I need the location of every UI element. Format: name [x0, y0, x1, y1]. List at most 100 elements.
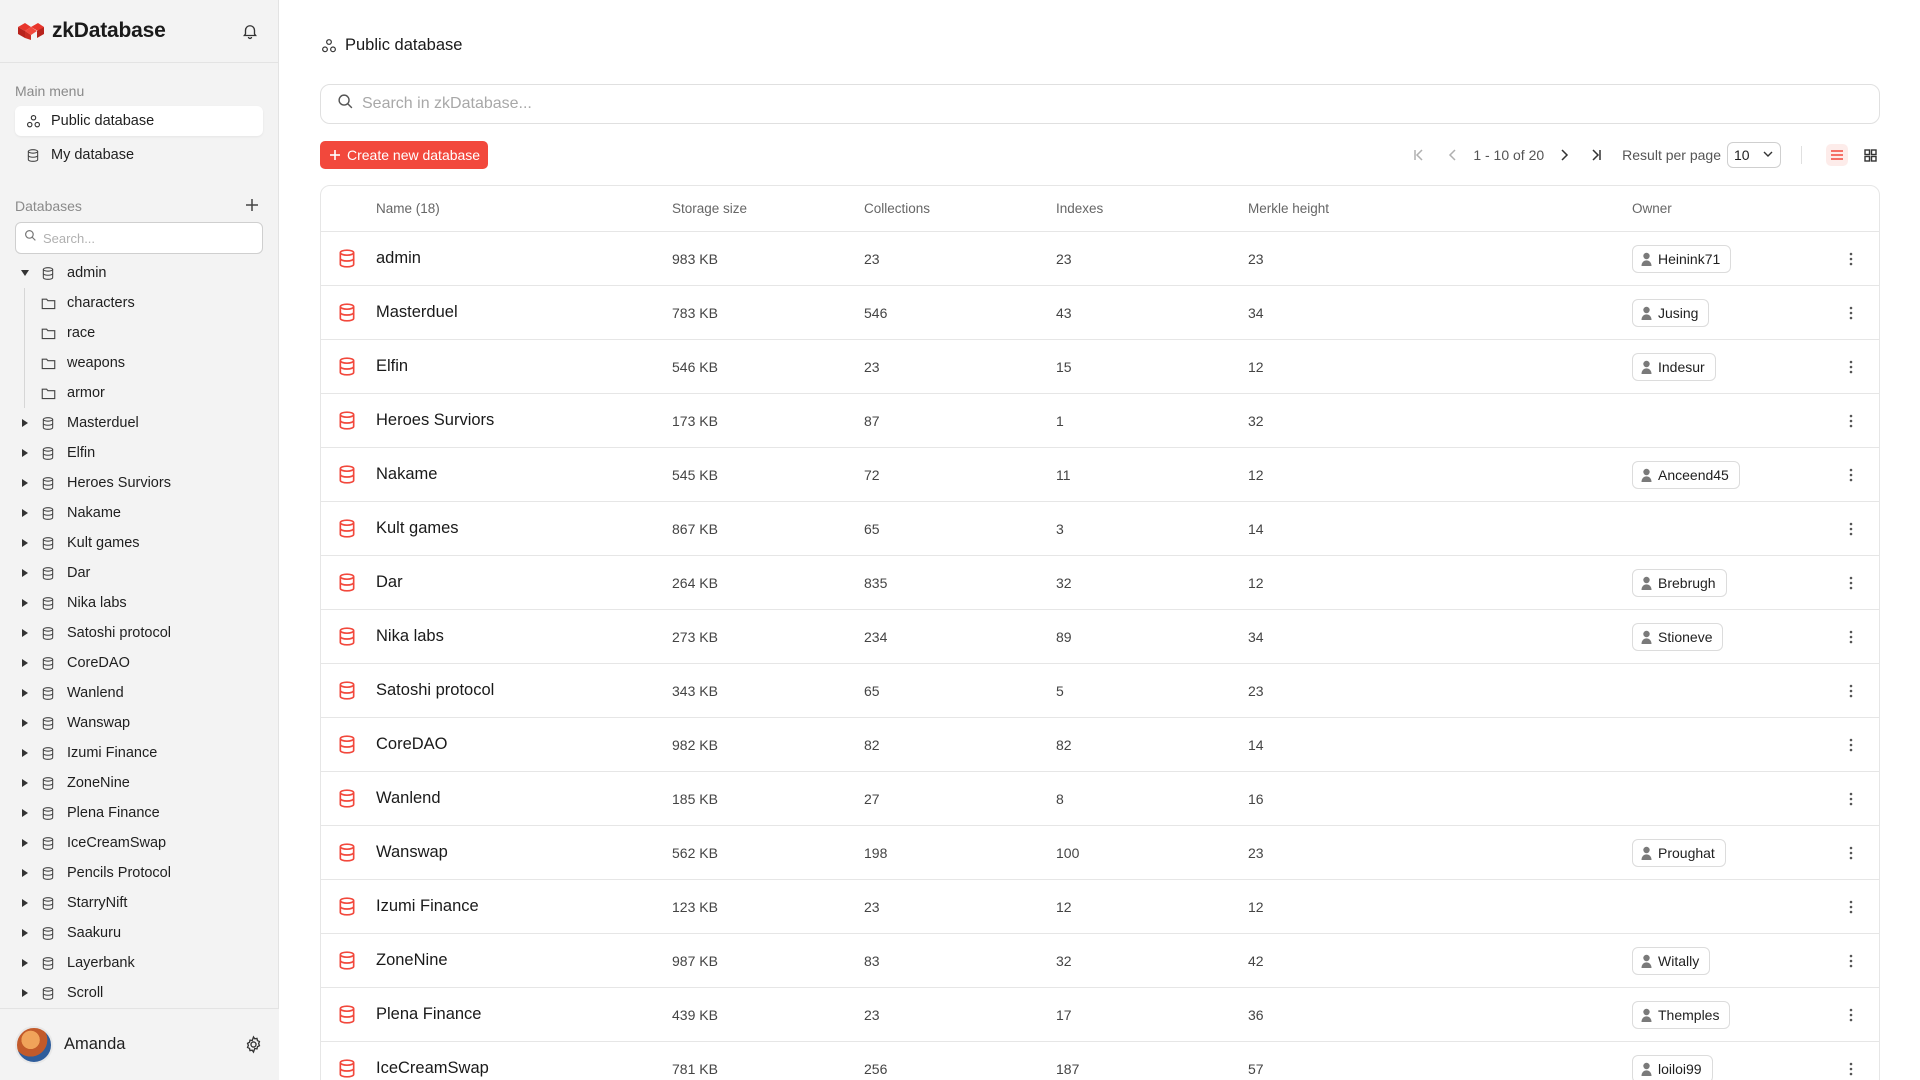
caret-right-icon[interactable] [15, 838, 35, 848]
row-name[interactable]: Satoshi protocol [376, 664, 494, 717]
row-name[interactable]: Plena Finance [376, 988, 482, 1041]
caret-right-icon[interactable] [15, 808, 35, 818]
table-row[interactable]: IceCreamSwap 781 KB 256 187 57 loiloi99 [321, 1042, 1879, 1080]
row-name[interactable]: admin [376, 232, 421, 285]
table-row[interactable]: Nika labs 273 KB 234 89 34 Stioneve [321, 610, 1879, 664]
caret-down-icon[interactable] [15, 269, 35, 277]
table-row[interactable]: Heroes Surviors 173 KB 87 1 32 [321, 394, 1879, 448]
more-vertical-icon[interactable] [1843, 286, 1859, 339]
more-vertical-icon[interactable] [1843, 1042, 1859, 1080]
grid-view-icon[interactable] [1860, 145, 1880, 165]
row-name[interactable]: Izumi Finance [376, 880, 479, 933]
caret-right-icon[interactable] [15, 958, 35, 968]
main-search-input[interactable] [362, 95, 1762, 113]
caret-right-icon[interactable] [15, 448, 35, 458]
caret-right-icon[interactable] [15, 988, 35, 998]
owner-chip[interactable]: Brebrugh [1632, 568, 1727, 597]
more-vertical-icon[interactable] [1843, 826, 1859, 879]
list-view-icon[interactable] [1826, 144, 1848, 166]
table-row[interactable]: Dar 264 KB 835 32 12 Brebrugh [321, 556, 1879, 610]
more-vertical-icon[interactable] [1843, 880, 1859, 933]
add-database-icon[interactable] [243, 196, 261, 214]
table-row[interactable]: Wanswap 562 KB 198 100 23 Proughat [321, 826, 1879, 880]
table-row[interactable]: ZoneNine 987 KB 83 32 42 Witally [321, 934, 1879, 988]
owner-chip[interactable]: Heinink71 [1632, 244, 1732, 273]
caret-right-icon[interactable] [15, 628, 35, 638]
tree-item-database[interactable]: Nika labs [0, 588, 279, 618]
tree-item-database[interactable]: Elfin [0, 438, 279, 468]
row-name[interactable]: Heroes Surviors [376, 394, 494, 447]
row-name[interactable]: ZoneNine [376, 934, 448, 987]
table-row[interactable]: Masterduel 783 KB 546 43 34 Jusing [321, 286, 1879, 340]
row-name[interactable]: Nika labs [376, 610, 444, 663]
caret-right-icon[interactable] [15, 658, 35, 668]
caret-right-icon[interactable] [15, 688, 35, 698]
caret-right-icon[interactable] [15, 748, 35, 758]
table-row[interactable]: CoreDAO 982 KB 82 82 14 [321, 718, 1879, 772]
caret-right-icon[interactable] [15, 478, 35, 488]
create-database-button[interactable]: Create new database [320, 141, 489, 169]
tree-item-database[interactable]: Wanswap [0, 708, 279, 738]
caret-right-icon[interactable] [15, 508, 35, 518]
table-row[interactable]: Plena Finance 439 KB 23 17 36 Themples [321, 988, 1879, 1042]
table-row[interactable]: Satoshi protocol 343 KB 65 5 23 [321, 664, 1879, 718]
more-vertical-icon[interactable] [1843, 718, 1859, 771]
caret-right-icon[interactable] [15, 598, 35, 608]
rpp-select[interactable]: 10 [1727, 142, 1781, 168]
row-name[interactable]: Wanswap [376, 826, 448, 879]
more-vertical-icon[interactable] [1843, 772, 1859, 825]
table-row[interactable]: Nakame 545 KB 72 11 12 Anceend45 [321, 448, 1879, 502]
tree-item-collection[interactable]: weapons [0, 348, 279, 378]
row-name[interactable]: Nakame [376, 448, 437, 501]
owner-chip[interactable]: Proughat [1632, 838, 1726, 867]
row-name[interactable]: Elfin [376, 340, 408, 393]
owner-chip[interactable]: Themples [1632, 1000, 1731, 1029]
tree-item-database[interactable]: Dar [0, 558, 279, 588]
more-vertical-icon[interactable] [1843, 664, 1859, 717]
bell-icon[interactable] [239, 20, 261, 42]
owner-chip[interactable]: Anceend45 [1632, 460, 1740, 489]
tree-item-database[interactable]: Plena Finance [0, 798, 279, 828]
tree-item-database[interactable]: Wanlend [0, 678, 279, 708]
table-row[interactable]: Kult games 867 KB 65 3 14 [321, 502, 1879, 556]
row-name[interactable]: CoreDAO [376, 718, 448, 771]
prev-page-icon[interactable] [1443, 145, 1463, 165]
gear-icon[interactable] [242, 1034, 264, 1056]
owner-chip[interactable]: Jusing [1632, 298, 1710, 327]
main-search[interactable] [320, 84, 1880, 124]
tree-item-database[interactable]: Scroll [0, 978, 279, 1008]
tree-item-database[interactable]: ZoneNine [0, 768, 279, 798]
row-name[interactable]: Masterduel [376, 286, 458, 339]
header-name[interactable]: Name (18) [376, 186, 440, 231]
tree-item-database[interactable]: Izumi Finance [0, 738, 279, 768]
tree-item-database[interactable]: Heroes Surviors [0, 468, 279, 498]
row-name[interactable]: Wanlend [376, 772, 441, 825]
header-merkle-height[interactable]: Merkle height [1248, 186, 1329, 231]
caret-right-icon[interactable] [15, 778, 35, 788]
table-row[interactable]: Wanlend 185 KB 27 8 16 [321, 772, 1879, 826]
sidebar-search-input[interactable] [43, 230, 243, 246]
menu-item-public-database[interactable]: Public database [15, 106, 263, 136]
owner-chip[interactable]: Stioneve [1632, 622, 1724, 651]
more-vertical-icon[interactable] [1843, 502, 1859, 555]
tree-item-database[interactable]: Kult games [0, 528, 279, 558]
more-vertical-icon[interactable] [1843, 394, 1859, 447]
owner-chip[interactable]: loiloi99 [1632, 1054, 1713, 1080]
header-storage-size[interactable]: Storage size [672, 186, 747, 231]
tree-item-database[interactable]: IceCreamSwap [0, 828, 279, 858]
table-row[interactable]: admin 983 KB 23 23 23 Heinink71 [321, 232, 1879, 286]
caret-right-icon[interactable] [15, 718, 35, 728]
caret-right-icon[interactable] [15, 418, 35, 428]
more-vertical-icon[interactable] [1843, 556, 1859, 609]
tree-item-database[interactable]: Saakuru [0, 918, 279, 948]
last-page-icon[interactable] [1586, 145, 1606, 165]
row-name[interactable]: IceCreamSwap [376, 1042, 489, 1080]
header-owner[interactable]: Owner [1632, 186, 1672, 231]
row-name[interactable]: Dar [376, 556, 403, 609]
tree-item-database[interactable]: Satoshi protocol [0, 618, 279, 648]
zkdatabase-logo[interactable] [17, 21, 45, 41]
owner-chip[interactable]: Witally [1632, 946, 1711, 975]
tree-item-database[interactable]: Pencils Protocol [0, 858, 279, 888]
more-vertical-icon[interactable] [1843, 934, 1859, 987]
caret-right-icon[interactable] [15, 538, 35, 548]
